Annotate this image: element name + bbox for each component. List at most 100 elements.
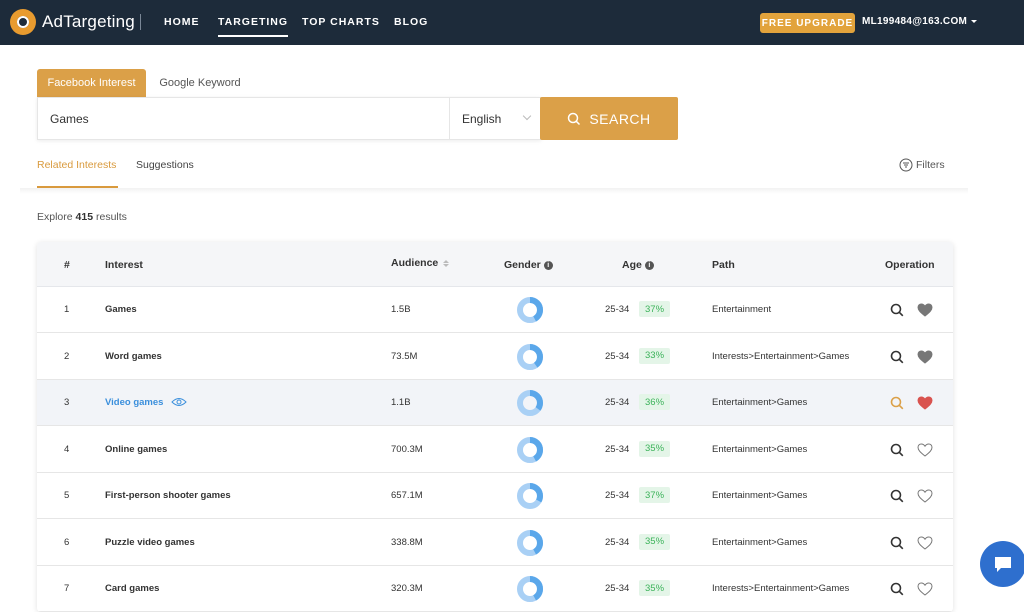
audience-size: 657.1M (391, 490, 423, 501)
audience-size: 320.3M (391, 583, 423, 594)
interest-label: Games (105, 304, 137, 315)
row-number: 6 (64, 536, 70, 548)
user-email: ML199484@163.COM (862, 16, 968, 27)
results-prefix: Explore (37, 211, 73, 223)
table-row[interactable]: 3 Video games 1.1B 25-34 36% Entertainment>Ga… (37, 380, 953, 426)
interest-path: Interests>Entertainment>Games (712, 350, 850, 362)
interest-name[interactable]: Video games (105, 397, 188, 408)
nav-blog[interactable]: BLOG (394, 16, 428, 28)
row-number: 3 (64, 397, 70, 408)
table-row[interactable]: 7 Card games 320.3M 25-34 35% Interests>Enter… (37, 566, 953, 612)
user-menu[interactable]: ML199484@163.COM (862, 16, 978, 27)
results-summary: Explore 415 results (37, 211, 127, 223)
results-count: 415 (75, 211, 94, 223)
table-row[interactable]: 6 Puzzle video games 338.8M 25-34 35% Enterta… (37, 520, 953, 566)
search-input[interactable] (38, 98, 449, 139)
interest-label: First-person shooter games (105, 490, 231, 501)
logo-icon (10, 9, 36, 35)
age-percent-badge: 37% (639, 301, 671, 317)
col-age: Age i (622, 259, 654, 271)
heart-icon[interactable] (917, 303, 933, 317)
interest-name[interactable]: Online games (105, 444, 167, 455)
filters-icon (899, 158, 913, 172)
tab-related-interests[interactable]: Related Interests (37, 159, 116, 171)
filters-button[interactable]: Filters (899, 158, 945, 172)
search-icon[interactable] (890, 396, 904, 410)
heart-icon[interactable] (917, 349, 933, 364)
col-age-label: Age (622, 259, 642, 271)
gender-donut-chart (517, 529, 543, 556)
interest-path: Entertainment>Games (712, 490, 808, 501)
age-percent-badge: 35% (639, 580, 671, 596)
interest-name[interactable]: Games (105, 304, 137, 315)
interest-label: Word games (105, 350, 162, 362)
table-row[interactable]: 1 Games 1.5B 25-34 37% Entertainment (37, 287, 953, 333)
interest-name[interactable]: Card games (105, 583, 159, 594)
search-icon[interactable] (890, 489, 904, 503)
search-icon[interactable] (890, 582, 904, 596)
heart-icon[interactable] (917, 489, 933, 503)
interest-label: Online games (105, 443, 168, 455)
age-percent-badge: 35% (639, 440, 671, 457)
gender-donut-chart (517, 436, 543, 463)
interest-label: Card games (105, 583, 160, 594)
tab-suggestions[interactable]: Suggestions (136, 159, 194, 171)
row-number: 5 (64, 490, 70, 501)
tabs-divider (20, 188, 968, 194)
eye-icon[interactable] (171, 397, 188, 407)
brand-name: AdTargeting (42, 12, 135, 31)
audience-size: 1.5B (391, 304, 411, 315)
chevron-down-icon (522, 111, 532, 121)
heart-icon[interactable] (917, 582, 933, 596)
col-operation: Operation (885, 259, 935, 271)
col-audience[interactable]: Audience (391, 257, 450, 269)
nav-divider (140, 14, 141, 30)
search-icon[interactable] (890, 350, 904, 364)
sort-icon[interactable] (443, 259, 450, 267)
search-icon (568, 112, 581, 125)
row-number: 2 (64, 350, 70, 362)
language-value: English (462, 111, 502, 126)
table-row[interactable]: 5 First-person shooter games 657.1M 25-34 37… (37, 473, 953, 519)
audience-size: 700.3M (391, 443, 423, 455)
interest-path: Entertainment>Games (712, 536, 808, 548)
table-row[interactable]: 2 Word games 73.5M 25-34 33% Interests>Entert… (37, 334, 953, 380)
nav-top-charts[interactable]: TOP CHARTS (302, 16, 380, 28)
search-icon[interactable] (890, 303, 904, 317)
interest-path: Entertainment>Games (712, 397, 808, 408)
chat-button[interactable] (980, 541, 1024, 587)
free-upgrade-button[interactable]: FREE UPGRADE (760, 13, 855, 33)
nav-home[interactable]: HOME (164, 16, 200, 28)
tab-facebook-interest[interactable]: Facebook Interest (37, 69, 146, 97)
age-range: 25-34 (605, 304, 630, 315)
table-row[interactable]: 4 Online games 700.3M 25-34 35% Entertainment… (37, 427, 953, 473)
search-button[interactable]: SEARCH (540, 97, 678, 140)
interest-path: Entertainment (712, 304, 772, 315)
gender-donut-chart (517, 390, 543, 416)
tab-google-keyword[interactable]: Google Keyword (150, 69, 250, 97)
caret-down-icon (971, 19, 978, 23)
search-icon[interactable] (890, 443, 904, 457)
heart-icon[interactable] (917, 535, 933, 550)
heart-icon[interactable] (917, 396, 933, 410)
row-number: 7 (64, 583, 70, 594)
interest-path: Interests>Entertainment>Games (712, 583, 850, 594)
age-range: 25-34 (605, 397, 630, 408)
row-number: 4 (64, 443, 70, 455)
info-icon[interactable]: i (543, 260, 553, 270)
info-icon[interactable]: i (644, 260, 654, 270)
col-num: # (64, 259, 70, 271)
interest-name[interactable]: Puzzle video games (105, 537, 195, 548)
interest-name[interactable]: Word games (105, 351, 162, 362)
audience-size: 73.5M (391, 350, 418, 362)
nav-targeting[interactable]: TARGETING (218, 16, 289, 37)
filters-label: Filters (916, 159, 945, 171)
interest-path: Entertainment>Games (712, 443, 808, 455)
interests-table: # Interest Audience Gender i Age i Path … (37, 242, 953, 612)
gender-donut-chart (517, 483, 543, 509)
search-icon[interactable] (890, 536, 904, 550)
language-select[interactable]: English (449, 98, 541, 139)
interest-name[interactable]: First-person shooter games (105, 490, 231, 501)
heart-icon[interactable] (917, 442, 933, 457)
brand-logo[interactable]: AdTargeting (10, 9, 135, 35)
